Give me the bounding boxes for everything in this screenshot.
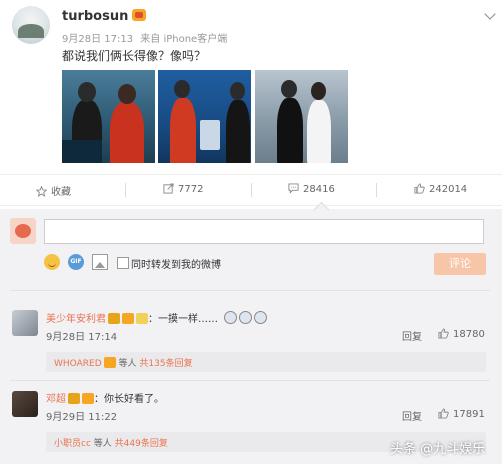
comment-author[interactable]: 美少年安利君 (46, 314, 106, 325)
image-icon[interactable] (92, 254, 108, 270)
comment-button[interactable]: 28416 (288, 183, 335, 195)
comment-divider (10, 380, 490, 381)
comment-divider (10, 290, 490, 291)
sub-replies-link[interactable]: WHOARED 等人 共135条回复 (46, 352, 486, 372)
vip-badge-icon (132, 9, 147, 21)
my-avatar[interactable] (10, 218, 36, 244)
comment-header: 邓超 ：你长好看了。 (46, 390, 164, 405)
comment-author[interactable]: 邓超 (46, 394, 66, 405)
post-text: 都说我们俩长得像？像吗？ (62, 49, 207, 63)
post-action-bar: 收藏 7772 28416 242014 (0, 174, 502, 206)
favorite-button[interactable]: 收藏 (36, 183, 71, 198)
comment-time: 9月29日 11:22 (46, 412, 118, 423)
author-avatar[interactable] (12, 6, 50, 44)
verified-badge-icon (108, 313, 120, 324)
chevron-down-icon[interactable] (484, 8, 496, 20)
sub-reply-count[interactable]: 共135条回复 (139, 359, 192, 369)
sub-reply-count[interactable]: 共449条回复 (115, 439, 168, 449)
sticker-icon (253, 311, 267, 324)
fan-badge-icon (136, 313, 148, 324)
verified-badge-icon (68, 393, 80, 404)
author-name[interactable]: turbosun (62, 9, 147, 24)
star-icon (36, 186, 47, 197)
like-icon (438, 328, 449, 339)
like-button[interactable]: 242014 (414, 183, 467, 195)
comment-like-button[interactable]: 18780 (438, 328, 485, 340)
reply-button[interactable]: 回复 (402, 328, 422, 343)
post-date[interactable]: 9月28日 17:13 (62, 34, 133, 45)
post-photo-1[interactable] (62, 70, 155, 163)
vip-badge-icon (82, 393, 94, 404)
repost-button[interactable]: 7772 (163, 183, 203, 195)
sticker-icon (238, 311, 252, 324)
comment-like-button[interactable]: 17891 (438, 408, 485, 420)
repost-icon (163, 183, 174, 194)
sub-reply-author[interactable]: WHOARED (54, 359, 102, 369)
comment-avatar[interactable] (12, 391, 38, 417)
vip-badge-icon (122, 313, 134, 324)
sub-reply-mid: 等人 (118, 359, 137, 369)
comment-input[interactable] (44, 219, 484, 244)
forward-checkbox[interactable] (117, 257, 129, 269)
sub-reply-mid: 等人 (93, 439, 112, 449)
post-photo-3[interactable] (255, 70, 348, 163)
sticker-icon (223, 311, 237, 324)
post-photo-2[interactable] (158, 70, 251, 163)
comment-avatar[interactable] (12, 310, 38, 336)
like-icon (414, 183, 425, 194)
emoji-icon[interactable] (44, 254, 60, 270)
comment-time: 9月28日 17:14 (46, 332, 118, 343)
submit-comment-button[interactable]: 评论 (434, 253, 486, 275)
post-meta: 9月28日 17:13 来自 iPhone客户端 (62, 30, 231, 45)
forward-label: 同时转发到我的微博 (131, 260, 221, 271)
sub-reply-author[interactable]: 小职员cc (54, 439, 91, 449)
comment-icon (288, 183, 299, 194)
comment-header: 美少年安利君 ：一摸一样…… (46, 310, 267, 325)
like-icon (438, 408, 449, 419)
comment-text: ：你长好看了。 (94, 394, 164, 405)
gif-icon[interactable]: GIF (68, 254, 84, 270)
watermark: 头条 @九斗娱乐 (390, 442, 486, 457)
post-source: 来自 iPhone客户端 (140, 34, 228, 45)
reply-button[interactable]: 回复 (402, 408, 422, 423)
vip-badge-icon (103, 357, 116, 368)
comment-text: ：一摸一样…… (148, 314, 218, 325)
